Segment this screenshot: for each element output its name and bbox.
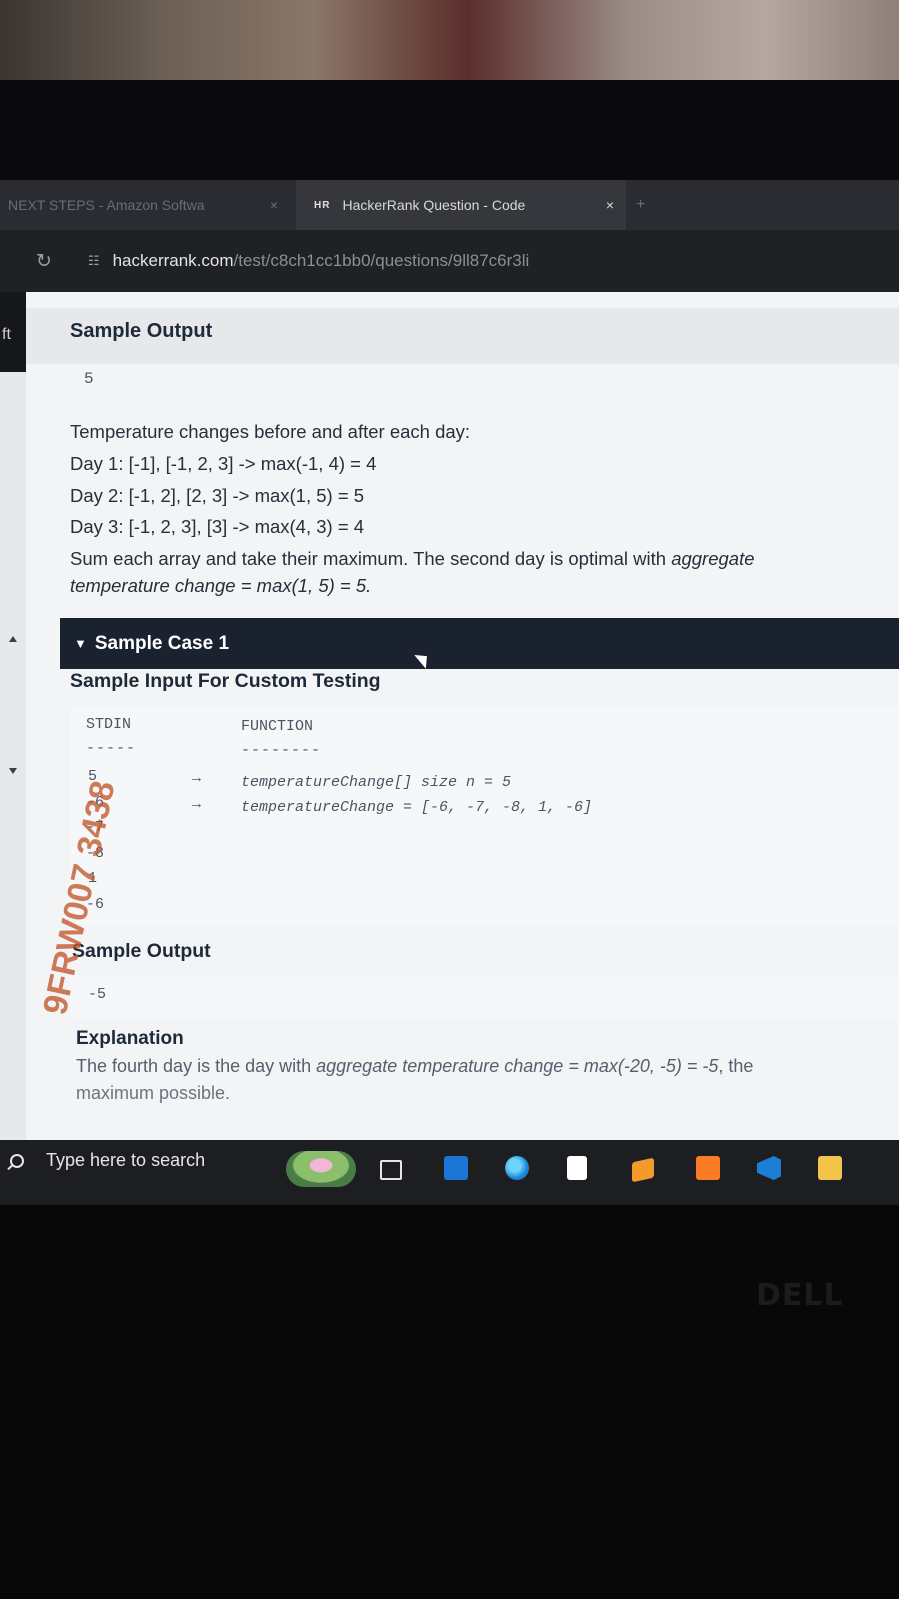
summary-italic: temperature change = max(1, 5) = 5. xyxy=(70,575,372,596)
monitor-bezel-top xyxy=(0,80,899,180)
sample-input-heading: Sample Input For Custom Testing xyxy=(70,670,381,692)
site-info-icon[interactable]: ☷ xyxy=(88,253,100,269)
scroll-down-icon[interactable] xyxy=(9,768,17,774)
task-view-icon[interactable] xyxy=(380,1160,402,1180)
arrow-right-icon: → xyxy=(192,796,202,813)
url-host: hackerrank.com xyxy=(112,251,234,270)
function-divider: -------- xyxy=(241,742,322,759)
hackerrank-icon: HR xyxy=(314,199,331,211)
stdin-divider: ----- xyxy=(86,740,137,757)
case-explanation-line: maximum possible. xyxy=(76,1083,231,1103)
sample-output-heading: Sample Output xyxy=(70,320,213,342)
browser-tabstrip: NEXT STEPS - Amazon Softwa × HR HackerRa… xyxy=(0,180,899,230)
search-highlight-icon[interactable] xyxy=(286,1151,356,1187)
explanation-line: Day 1: [-1], [-1, 2, 3] -> max(-1, 4) = … xyxy=(70,453,377,474)
function-line: temperatureChange[] size n = 5 xyxy=(241,774,512,791)
xampp-icon[interactable] xyxy=(696,1156,720,1180)
function-line: temperatureChange = [-6, -7, -8, 1, -6] xyxy=(241,799,593,816)
files-icon[interactable] xyxy=(567,1156,587,1180)
summary-text: Sum each array and take their maximum. T… xyxy=(70,548,672,569)
stdin-column-header: STDIN xyxy=(86,716,132,733)
explanation-line: Day 3: [-1, 2, 3], [3] -> max(4, 3) = 4 xyxy=(70,516,365,537)
tab-title: NEXT STEPS - Amazon Softwa xyxy=(8,197,205,213)
function-column-header: FUNCTION xyxy=(241,718,314,735)
edge-icon[interactable] xyxy=(505,1156,529,1180)
summary-line: temperature change = max(1, 5) = 5. xyxy=(70,570,371,601)
reload-icon[interactable]: ↻ xyxy=(36,250,52,273)
arrow-right-icon: → xyxy=(192,770,202,787)
left-rail-label: ft xyxy=(2,326,11,343)
tab-next-steps[interactable]: NEXT STEPS - Amazon Softwa × xyxy=(0,180,290,230)
address-bar: ↻ ☷ hackerrank.com/test/c8ch1cc1bb0/ques… xyxy=(0,230,899,292)
dell-logo: DELL xyxy=(756,1278,844,1313)
case-explanation-heading: Explanation xyxy=(76,1028,184,1049)
file-explorer-icon[interactable] xyxy=(818,1156,842,1180)
tab-hackerrank-question[interactable]: HR HackerRank Question - Code × xyxy=(296,180,626,230)
left-rail xyxy=(0,292,26,1162)
sample-input-block xyxy=(70,708,899,924)
tab-close-icon[interactable]: × xyxy=(606,197,614,213)
explanation-line: Temperature changes before and after eac… xyxy=(70,421,471,442)
search-icon[interactable] xyxy=(10,1154,24,1168)
monitor-bezel-bottom xyxy=(0,1205,899,1599)
taskbar-search-input[interactable]: Type here to search xyxy=(46,1150,205,1171)
mail-icon[interactable] xyxy=(444,1156,468,1180)
caret-down-icon: ▼ xyxy=(74,636,87,651)
explanation-line: Day 2: [-1, 2], [2, 3] -> max(1, 5) = 5 xyxy=(70,485,365,506)
sample-output-block xyxy=(70,975,899,1019)
url-field[interactable]: hackerrank.com/test/c8ch1cc1bb0/question… xyxy=(113,251,530,271)
case-explanation-line: The fourth day is the day with aggregate… xyxy=(76,1053,753,1079)
summary-italic: aggregate xyxy=(671,548,755,569)
case-explanation-text: , the xyxy=(718,1056,754,1076)
sample-case-1-toggle[interactable]: ▼ Sample Case 1 xyxy=(60,618,899,669)
background-room xyxy=(0,0,899,80)
tab-title: HackerRank Question - Code xyxy=(342,197,526,213)
url-path: /test/c8ch1cc1bb0/questions/9ll87c6r3li xyxy=(233,251,530,270)
case-explanation-text: The fourth day is the day with xyxy=(76,1056,317,1076)
sample-output-value: 5 xyxy=(84,370,94,388)
case-explanation-italic: aggregate temperature change = max(-20, … xyxy=(316,1056,719,1076)
tab-close-icon[interactable]: × xyxy=(270,197,278,213)
sample-case-title: Sample Case 1 xyxy=(94,632,230,654)
new-tab-icon[interactable]: + xyxy=(636,196,645,214)
scroll-up-icon[interactable] xyxy=(9,636,17,642)
